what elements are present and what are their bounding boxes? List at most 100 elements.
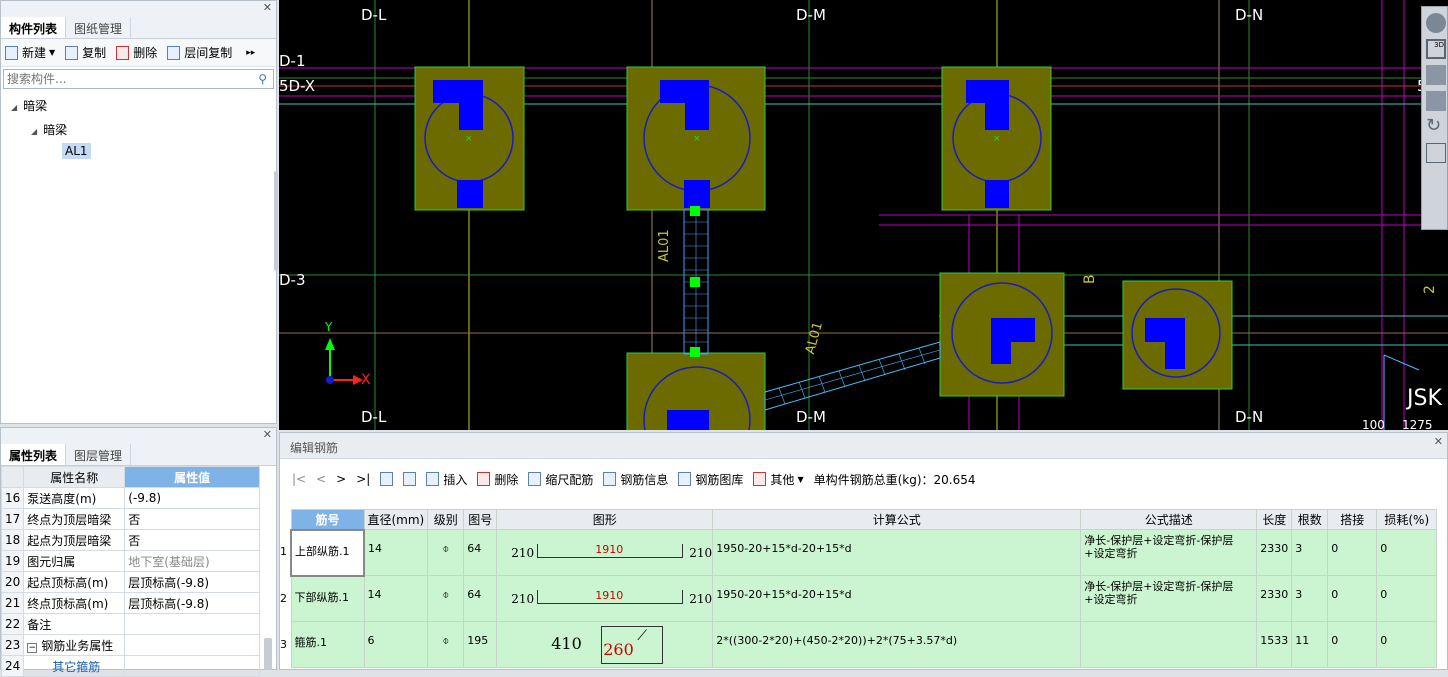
panel-header: ✕ <box>1 428 276 444</box>
component-toolbar: 新建 ▼ 复制 删除 层间复制 ▸▸ <box>1 39 276 67</box>
floor-copy-button[interactable]: 层间复制 <box>167 44 232 61</box>
panel-splitter[interactable] <box>274 171 278 271</box>
drawing-canvas[interactable]: × × × D-L D-M D-N D-1 5D-X D-3 D-L D-M D… <box>279 0 1448 430</box>
table-row[interactable]: 17 终点为顶层暗梁否 <box>0 508 260 530</box>
tab-drawing-manage[interactable]: 图纸管理 <box>66 17 132 38</box>
rotate-icon[interactable]: ↻ <box>1426 117 1446 137</box>
rebar-table: 筋号 直径(mm) 级别 图号 图形 计算公式 公式描述 长度 根数 搭接 损耗… <box>290 509 1438 668</box>
scrollbar[interactable] <box>264 638 272 670</box>
search-input[interactable] <box>7 72 247 86</box>
header-value: 属性值 <box>124 466 260 488</box>
search-box: ⚲ <box>3 69 274 89</box>
col-header: 计算公式 <box>712 509 1082 530</box>
grid-label: 5D-X <box>279 77 316 95</box>
pile-cap[interactable] <box>939 272 1065 397</box>
next-button[interactable]: > <box>336 472 346 486</box>
component-tabs: 构件列表 图纸管理 <box>1 17 276 39</box>
dimension-label: 1275 <box>1402 418 1433 430</box>
rebar-shape[interactable]: 210 1910 210 <box>496 529 714 576</box>
collapse-arrow-icon[interactable]: ◢ <box>11 103 17 112</box>
rebar-shape[interactable]: 210 1910 210 <box>496 575 714 622</box>
other-button[interactable]: 其他 ▼ <box>753 471 804 488</box>
grid-view-icon[interactable] <box>1426 143 1446 163</box>
table-row[interactable]: 20 起点顶标高(m) 层顶标高(-9.8) <box>0 571 260 593</box>
prev-button[interactable]: < <box>316 472 326 486</box>
rebar-library-button[interactable]: 钢筋图库 <box>678 471 743 488</box>
cube-top-icon[interactable] <box>1426 65 1446 85</box>
insert-icon <box>426 472 440 486</box>
beam-label: AL01 <box>657 229 672 262</box>
two-label: 2 <box>1422 285 1438 294</box>
col-header: 根数 <box>1291 509 1329 530</box>
move-down-icon[interactable] <box>403 472 417 486</box>
pile-cap[interactable] <box>1122 280 1233 390</box>
pile-cap[interactable] <box>626 352 766 430</box>
tree-node-root[interactable]: ◢ 暗梁 <box>11 97 47 114</box>
table-row[interactable]: 下部纵筋.1 14 ⌽ 64 210 1910 210 1950-20+15*d… <box>290 575 1438 622</box>
beam-al01-diagonal[interactable] <box>764 341 941 411</box>
rebar-info-button[interactable]: 钢筋信息 <box>603 471 668 488</box>
info-icon <box>603 472 617 486</box>
col-header: 公式描述 <box>1080 509 1258 530</box>
table-row[interactable]: 24 其它箍筋 <box>0 655 260 677</box>
cube-front-icon[interactable] <box>1426 91 1446 111</box>
3d-view-icon[interactable]: 3D <box>1426 39 1446 59</box>
collapse-arrow-icon[interactable]: ◢ <box>31 127 37 136</box>
table-row[interactable]: 21 终点顶标高(m) 层顶标高(-9.8) <box>0 592 260 614</box>
tab-component-list[interactable]: 构件列表 <box>1 17 67 38</box>
grid-label: D-L <box>361 408 387 426</box>
scale-icon <box>528 472 542 486</box>
property-list-panel: ✕ 属性列表 图层管理 属性名称 属性值 16 泵送高度(m) (-9.8) 17 终… <box>0 427 277 677</box>
copy-button[interactable]: 复制 <box>65 44 106 61</box>
move-up-icon[interactable] <box>380 472 394 486</box>
delete-icon <box>477 472 491 486</box>
table-row[interactable]: 23− 钢筋业务属性 <box>0 634 260 656</box>
center-mark-icon: × <box>465 134 473 144</box>
grid-label: D-M <box>796 6 826 24</box>
col-header: 损耗(%) <box>1376 509 1438 530</box>
table-row[interactable]: 22 备注 <box>0 613 260 635</box>
table-row[interactable]: 19 图元归属 地下室(基础层) <box>0 550 260 572</box>
panel-header: ✕ <box>1 1 276 17</box>
ucs-axis-icon <box>325 338 363 385</box>
rebar-shape[interactable]: 410 260 ⟋ <box>496 621 714 668</box>
grid-label: D-3 <box>279 271 306 289</box>
collapse-box-icon[interactable]: − <box>27 642 38 653</box>
axis-x-label: X <box>361 372 371 388</box>
insert-button[interactable]: 插入 <box>426 471 467 488</box>
table-row[interactable]: 18 起点为顶层暗梁否 <box>0 529 260 551</box>
other-icon <box>753 472 767 486</box>
scale-rebar-button[interactable]: 缩尺配筋 <box>528 471 593 488</box>
new-button[interactable]: 新建 ▼ <box>5 44 55 61</box>
col-header: 直径(mm) <box>363 509 429 530</box>
table-row[interactable]: 上部纵筋.1 14 ⌽ 64 210 1910 210 1950-20+15*d… <box>290 528 1438 577</box>
col-header: 图号 <box>463 509 498 530</box>
col-header: 长度 <box>1256 509 1293 530</box>
chevron-down-icon: ▼ <box>49 48 56 57</box>
last-button[interactable]: >| <box>356 472 370 486</box>
close-icon[interactable]: ✕ <box>263 1 272 14</box>
close-icon[interactable]: ✕ <box>263 428 272 441</box>
tab-layer-manage[interactable]: 图层管理 <box>66 444 132 465</box>
grid-label: D-L <box>361 6 387 24</box>
tree-node-child[interactable]: ◢ 暗梁 <box>31 121 67 138</box>
header-name: 属性名称 <box>23 466 126 488</box>
first-button[interactable]: |< <box>292 472 306 486</box>
tree-node-al1[interactable]: AL1 <box>62 143 91 159</box>
total-weight: 单构件钢筋总重(kg)：20.654 <box>813 472 976 487</box>
orbit-icon[interactable] <box>1426 13 1446 33</box>
hook-icon: ⟋ <box>637 628 648 644</box>
cad-drawing[interactable]: × × × <box>279 0 1448 430</box>
delete-button[interactable]: 删除 <box>116 44 157 61</box>
tab-property-list[interactable]: 属性列表 <box>1 444 67 465</box>
close-icon[interactable]: ✕ <box>1434 435 1443 448</box>
search-icon[interactable]: ⚲ <box>258 72 267 86</box>
editor-toolbar: |< < > >| 插入 删除 缩尺配筋 钢筋信息 钢筋图库 其他 ▼ 单构件钢筋… <box>280 459 1447 499</box>
beam-al01-vertical[interactable] <box>683 206 709 357</box>
table-row[interactable]: 箍筋.1 6 ⌽ 195 410 260 ⟋ 2*((300-2*20)+(45… <box>290 621 1438 668</box>
table-row[interactable]: 16 泵送高度(m) (-9.8) <box>0 487 260 509</box>
more-icon[interactable]: ▸▸ <box>246 48 255 58</box>
property-table: 属性名称 属性值 16 泵送高度(m) (-9.8) 17 终点为顶层暗梁否 18 起点… <box>0 466 260 677</box>
col-header: 筋号 <box>290 509 365 530</box>
delete-row-button[interactable]: 删除 <box>477 471 518 488</box>
